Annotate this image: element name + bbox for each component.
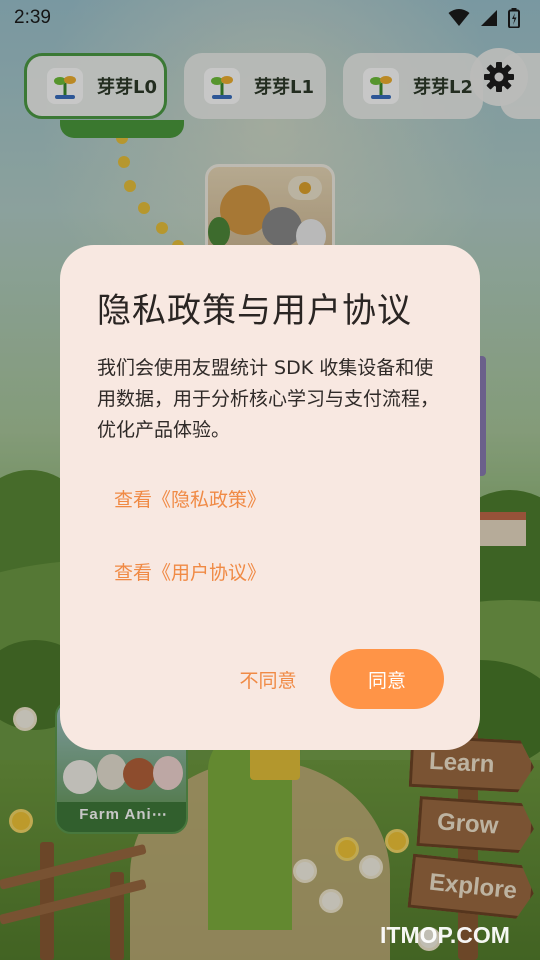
user-agreement-link[interactable]: 查看《用户协议》: [114, 558, 266, 585]
privacy-dialog: 隐私政策与用户协议 我们会使用友盟统计 SDK 收集设备和使用数据，用于分析核心…: [60, 245, 480, 750]
dialog-title: 隐私政策与用户协议: [97, 291, 412, 331]
watermark: ITMOP.COM: [380, 922, 510, 948]
agree-button[interactable]: 同意: [330, 649, 444, 709]
disagree-button[interactable]: 不同意: [228, 653, 308, 705]
dialog-body: 我们会使用友盟统计 SDK 收集设备和使用数据，用于分析核心学习与支付流程，优化…: [97, 357, 440, 441]
privacy-policy-link[interactable]: 查看《隐私政策》: [114, 485, 266, 512]
